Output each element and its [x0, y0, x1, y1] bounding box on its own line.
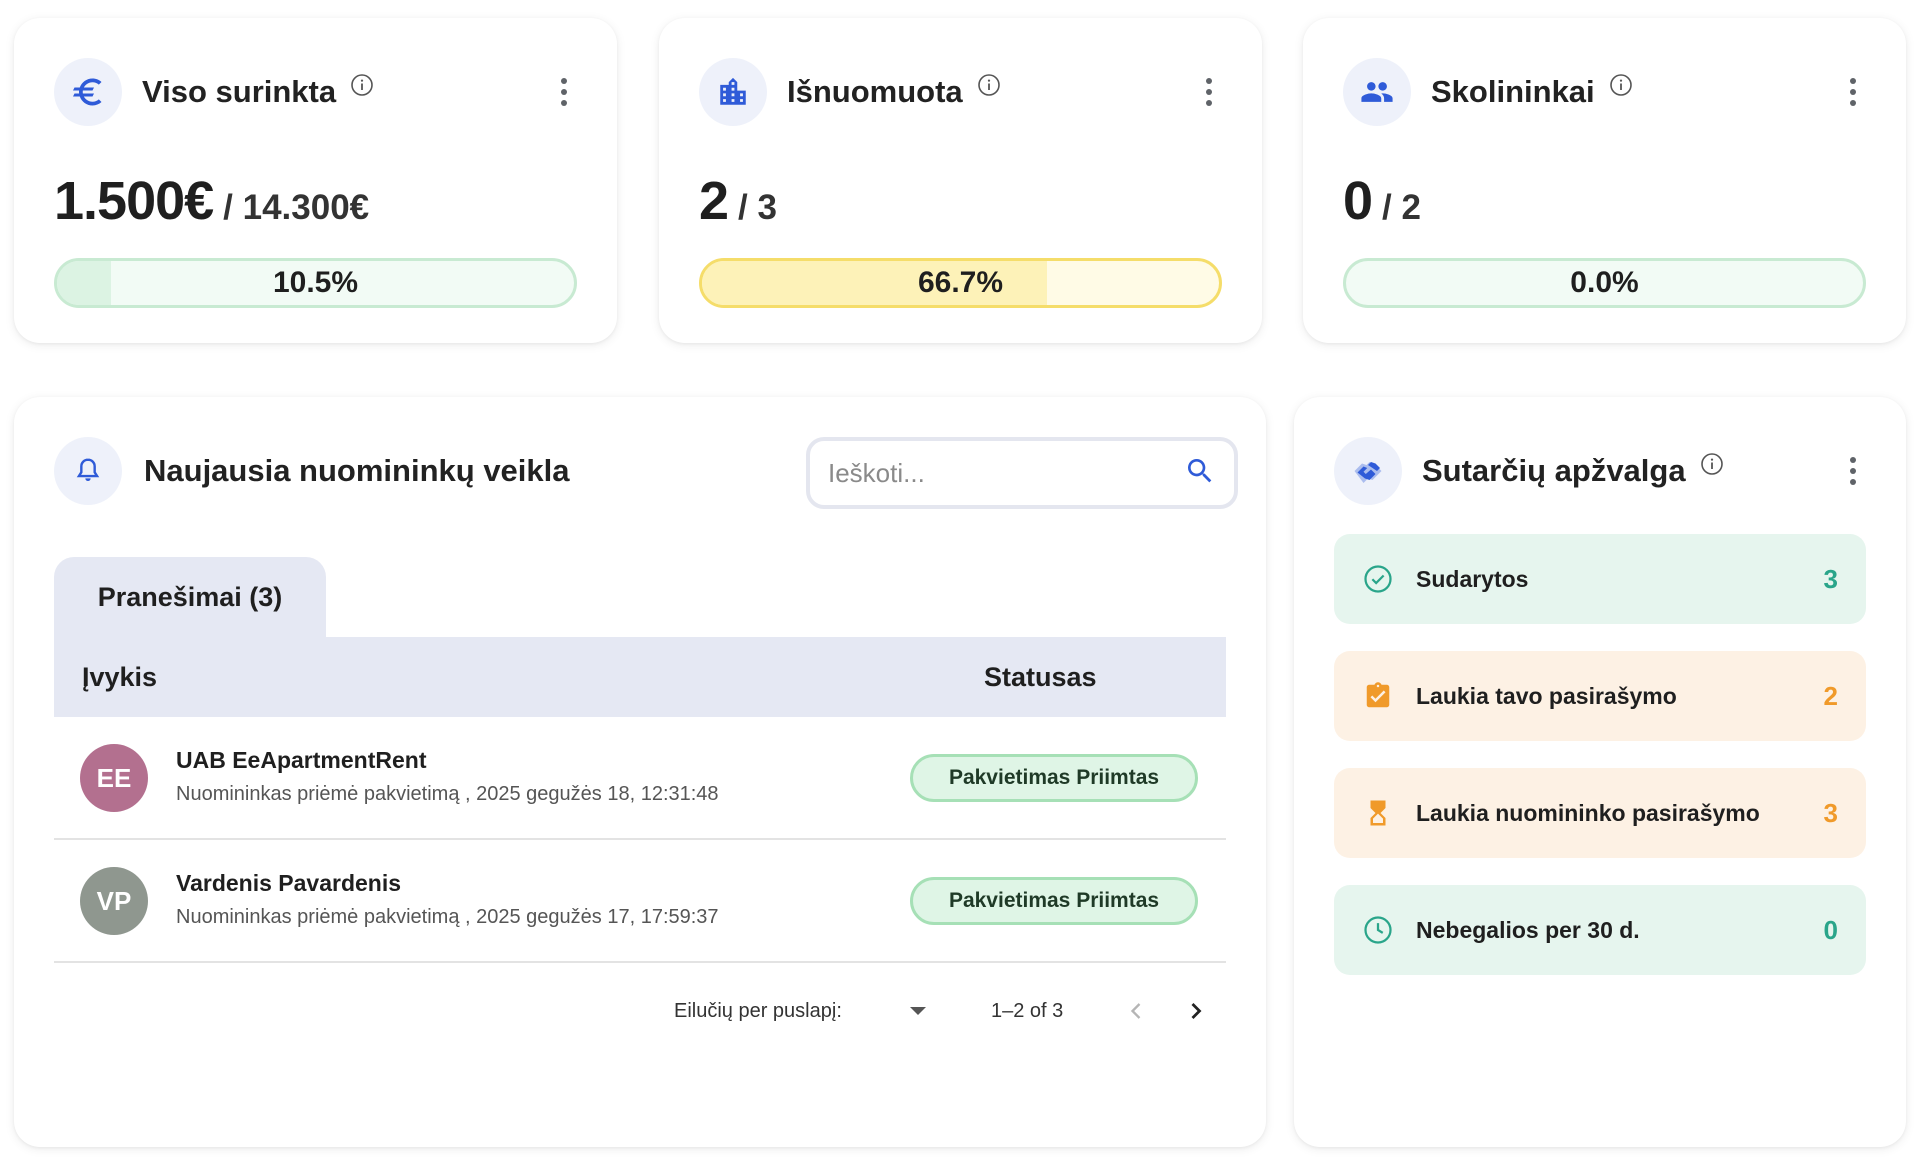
search-input[interactable] — [828, 457, 1184, 489]
progress-label: 0.0% — [1570, 266, 1639, 299]
debtors-value: 0 / 2 — [1343, 170, 1421, 232]
total: / 2 — [1382, 188, 1421, 227]
page-range: 1–2 of 3 — [991, 1000, 1064, 1022]
card-title: Skolininkai — [1431, 74, 1595, 109]
value: 0 — [1343, 171, 1373, 231]
more-options-icon[interactable] — [1840, 72, 1866, 112]
status-badge: Pakvietimas Priimtas — [910, 877, 1198, 925]
progress-bar: 66.7% — [699, 258, 1222, 308]
contracts-item-count: 3 — [1823, 797, 1838, 828]
card-header: Išnuomuota — [699, 58, 1222, 126]
more-options-icon[interactable] — [551, 72, 577, 112]
contracts-item-expiring[interactable]: Nebegalios per 30 d. 0 — [1334, 885, 1866, 975]
tab-notifications[interactable]: Pranešimai (3) — [54, 557, 326, 637]
more-options-icon[interactable] — [1840, 451, 1866, 491]
contracts-item-label: Sudarytos — [1416, 565, 1529, 592]
contracts-item-awaiting-tenant[interactable]: Laukia nuomininko pasirašymo 3 — [1334, 768, 1866, 858]
contracts-item-label: Laukia nuomininko pasirašymo — [1416, 799, 1760, 826]
table-header: Įvykis Statusas — [54, 637, 1226, 717]
clipboard-check-icon — [1362, 680, 1394, 712]
card-title: Viso surinkta — [142, 74, 337, 109]
activity-header: Naujausia nuomininkų veikla — [54, 437, 570, 505]
info-icon[interactable] — [1609, 73, 1633, 97]
progress-bar: 10.5% — [54, 258, 577, 308]
rented-value: 2 / 3 — [699, 170, 777, 232]
pagination: Eilučių per puslapį: 1–2 of 3 — [54, 987, 1226, 1037]
check-circle-icon — [1362, 563, 1394, 595]
table-row[interactable]: EE UAB EeApartmentRent Nuomininkas priėm… — [54, 717, 1226, 840]
tenant-name: UAB EeApartmentRent — [176, 747, 427, 773]
table-row[interactable]: VP Vardenis Pavardenis Nuomininkas priėm… — [54, 840, 1226, 963]
euro-icon — [54, 58, 122, 126]
chevron-right-icon[interactable] — [1182, 997, 1210, 1031]
rented-card: Išnuomuota 2 / 3 66.7% — [659, 18, 1262, 343]
avatar: EE — [80, 744, 148, 812]
search-icon[interactable] — [1184, 455, 1216, 492]
clock-icon — [1362, 914, 1394, 946]
value: 1.500€ — [54, 171, 214, 231]
contracts-item-signed[interactable]: Sudarytos 3 — [1334, 534, 1866, 624]
collected-value: 1.500€ / 14.300€ — [54, 170, 369, 232]
event-detail: Nuomininkas priėmė pakvietimą , 2025 geg… — [176, 906, 719, 928]
activity-title: Naujausia nuomininkų veikla — [144, 453, 570, 488]
total: / 14.300€ — [223, 188, 370, 227]
event-detail: Nuomininkas priėmė pakvietimą , 2025 geg… — [176, 783, 719, 805]
progress-bar: 0.0% — [1343, 258, 1866, 308]
contracts-item-label: Nebegalios per 30 d. — [1416, 916, 1640, 943]
value: 2 — [699, 171, 729, 231]
info-icon[interactable] — [350, 73, 374, 97]
contracts-item-label: Laukia tavo pasirašymo — [1416, 682, 1677, 709]
search-box[interactable] — [806, 437, 1238, 509]
total: / 3 — [738, 188, 777, 227]
info-icon[interactable] — [977, 73, 1001, 97]
status-badge: Pakvietimas Priimtas — [910, 754, 1198, 802]
contracts-item-awaiting-you[interactable]: Laukia tavo pasirašymo 2 — [1334, 651, 1866, 741]
contracts-item-count: 2 — [1823, 680, 1838, 711]
chevron-left-icon[interactable] — [1122, 997, 1150, 1031]
people-icon — [1343, 58, 1411, 126]
handshake-icon — [1334, 437, 1402, 505]
rows-per-page-label: Eilučių per puslapį: — [674, 1000, 842, 1022]
card-header: Viso surinkta — [54, 58, 577, 126]
debtors-card: Skolininkai 0 / 2 0.0% — [1303, 18, 1906, 343]
contracts-title: Sutarčių apžvalga — [1422, 453, 1686, 488]
tenant-activity-card: Naujausia nuomininkų veikla Pranešimai (… — [14, 397, 1266, 1147]
contracts-header: Sutarčių apžvalga — [1334, 437, 1866, 505]
tenant-name: Vardenis Pavardenis — [176, 870, 402, 896]
bell-icon — [54, 437, 122, 505]
column-header-event[interactable]: Įvykis — [82, 662, 157, 693]
avatar: VP — [80, 867, 148, 935]
rows-per-page-dropdown-icon[interactable] — [910, 1007, 926, 1015]
building-icon — [699, 58, 767, 126]
contracts-item-count: 3 — [1823, 563, 1838, 594]
column-header-status[interactable]: Statusas — [984, 662, 1097, 693]
hourglass-icon — [1362, 797, 1394, 829]
more-options-icon[interactable] — [1196, 72, 1222, 112]
progress-label: 66.7% — [917, 266, 1004, 299]
collected-card: Viso surinkta 1.500€ / 14.300€ 10.5% — [14, 18, 617, 343]
progress-label: 10.5% — [272, 266, 359, 299]
card-title: Išnuomuota — [787, 74, 963, 109]
card-header: Skolininkai — [1343, 58, 1866, 126]
info-icon[interactable] — [1700, 452, 1724, 476]
contracts-item-count: 0 — [1823, 914, 1838, 945]
contracts-overview-card: Sutarčių apžvalga Sudarytos 3 Laukia tav… — [1294, 397, 1906, 1147]
